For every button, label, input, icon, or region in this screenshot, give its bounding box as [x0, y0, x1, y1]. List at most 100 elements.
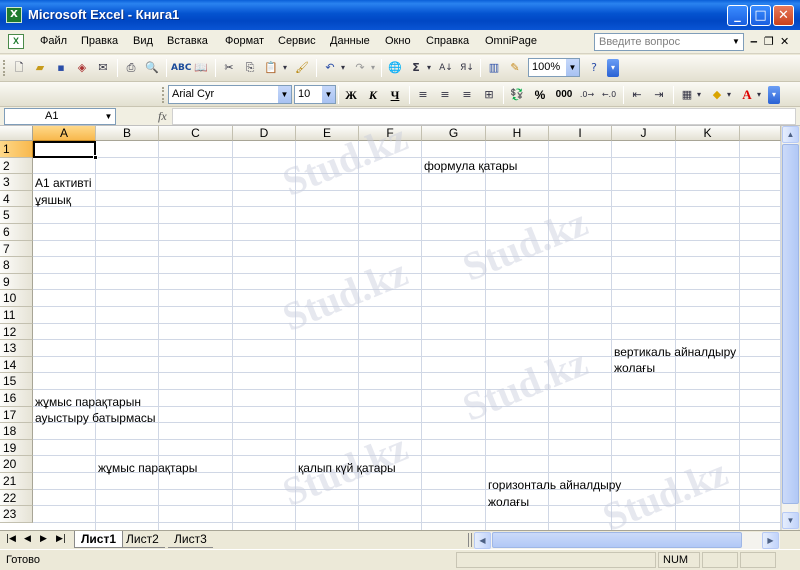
align-left-icon[interactable]: ≡	[414, 86, 432, 104]
column-header-j[interactable]: J	[612, 126, 676, 141]
column-header-g[interactable]: G	[422, 126, 486, 141]
chevron-down-icon[interactable]: ▾	[694, 86, 704, 104]
cell-h21-text[interactable]: горизонталь айналдыру	[488, 477, 621, 493]
cell-a16-text[interactable]: жұмыс парақтарын	[35, 394, 141, 410]
scroll-left-button[interactable]: ◀	[474, 532, 491, 549]
spelling-icon[interactable]: ABC	[171, 59, 191, 77]
email-icon[interactable]: ✉	[94, 59, 112, 77]
chevron-down-icon[interactable]: ▾	[338, 59, 348, 77]
horizontal-scroll-thumb[interactable]	[492, 532, 742, 548]
increase-indent-icon[interactable]: ⇥	[650, 86, 668, 104]
scroll-right-button[interactable]: ▶	[762, 532, 779, 549]
doc-minimize-button[interactable]: ‒	[750, 35, 758, 48]
tab-split-handle[interactable]	[468, 533, 472, 547]
menu-help[interactable]: Справка	[426, 35, 469, 47]
copy-icon[interactable]: ⎘	[241, 59, 259, 77]
vertical-scrollbar[interactable]: ▲ ▼	[781, 126, 799, 530]
row-header-20[interactable]: 20	[0, 456, 33, 473]
cell-b20-text[interactable]: жұмыс парақтары	[98, 460, 197, 476]
row-header-7[interactable]: 7	[0, 240, 33, 258]
worksheet-grid[interactable]: ABCDEFGHIJK 1 2 3 4 5 6 7 8 9 10 11 12 13 14 15 16 17 18 1…	[0, 126, 781, 530]
row-header-16[interactable]: 16	[0, 390, 33, 407]
column-header-c[interactable]: C	[159, 126, 233, 141]
underline-button[interactable]: Ч	[386, 86, 404, 104]
chevron-down-icon[interactable]: ▼	[322, 86, 335, 103]
row-header-12[interactable]: 12	[0, 323, 33, 341]
decrease-indent-icon[interactable]: ⇤	[628, 86, 646, 104]
row-header-3[interactable]: 3	[0, 174, 33, 191]
merge-center-icon[interactable]: ⊞	[480, 86, 498, 104]
row-header-8[interactable]: 8	[0, 257, 33, 274]
menu-omnipage[interactable]: OmniPage	[485, 35, 537, 47]
bold-button[interactable]: Ж	[342, 86, 360, 104]
last-sheet-icon[interactable]: ▶|	[56, 534, 66, 544]
column-header-h[interactable]: H	[486, 126, 549, 141]
align-center-icon[interactable]: ≡	[436, 86, 454, 104]
row-header-10[interactable]: 10	[0, 290, 33, 307]
toolbar-grip[interactable]	[3, 60, 6, 76]
row-header-22[interactable]: 22	[0, 489, 33, 507]
row-header-15[interactable]: 15	[0, 373, 33, 390]
menu-window[interactable]: Окно	[385, 35, 411, 47]
menu-data[interactable]: Данные	[330, 35, 370, 47]
cell-a4-text[interactable]: ұяшық	[35, 192, 71, 208]
decrease-decimal-icon[interactable]: ←.0	[600, 86, 618, 104]
print-preview-icon[interactable]: 🔍	[143, 59, 161, 77]
cell-g2-text[interactable]: формула қатары	[424, 158, 517, 174]
save-icon[interactable]: ▪	[52, 59, 70, 77]
row-header-4[interactable]: 4	[0, 190, 33, 208]
sheet-tab-2[interactable]: Лист2	[120, 531, 165, 548]
chart-wizard-icon[interactable]: ▥	[485, 59, 503, 77]
sheet-tab-3[interactable]: Лист3	[168, 531, 213, 548]
column-header-a[interactable]: A	[33, 126, 96, 141]
row-header-19[interactable]: 19	[0, 439, 33, 457]
fx-icon[interactable]: fx	[158, 109, 167, 124]
increase-decimal-icon[interactable]: .0→	[578, 86, 596, 104]
drawing-icon[interactable]: ✎	[506, 59, 524, 77]
formula-input[interactable]	[172, 108, 796, 125]
menu-tools[interactable]: Сервис	[278, 35, 316, 47]
align-right-icon[interactable]: ≡	[458, 86, 476, 104]
column-header-k[interactable]: K	[676, 126, 740, 141]
row-header-14[interactable]: 14	[0, 356, 33, 374]
row-header-11[interactable]: 11	[0, 307, 33, 324]
column-header-e[interactable]: E	[296, 126, 359, 141]
column-header-f[interactable]: F	[359, 126, 422, 141]
cell-j14-text[interactable]: жолағы	[614, 360, 655, 376]
percent-button[interactable]: %	[531, 86, 549, 104]
font-name-combo[interactable]: Arial Cyr ▼	[168, 85, 292, 104]
menu-format[interactable]: Формат	[225, 35, 264, 47]
row-header-2[interactable]: 2	[0, 157, 33, 175]
sheet-tab-1[interactable]: Лист1	[74, 531, 124, 548]
cell-h22-text[interactable]: жолағы	[488, 494, 529, 510]
chevron-down-icon[interactable]: ▾	[424, 59, 434, 77]
column-header-i[interactable]: I	[549, 126, 612, 141]
row-header-18[interactable]: 18	[0, 423, 33, 440]
new-document-icon[interactable]: 🗋	[10, 59, 28, 77]
zoom-combo[interactable]: 100% ▼	[528, 58, 580, 77]
open-folder-icon[interactable]: ▰	[31, 59, 49, 77]
scroll-down-button[interactable]: ▼	[782, 512, 799, 529]
column-header-d[interactable]: D	[233, 126, 296, 141]
paste-icon[interactable]: 📋	[262, 59, 280, 77]
chevron-down-icon[interactable]: ▼	[566, 59, 579, 76]
row-header-6[interactable]: 6	[0, 224, 33, 241]
close-button[interactable]: ✕	[773, 5, 794, 26]
autosum-icon[interactable]: Σ	[407, 59, 425, 77]
redo-icon[interactable]: ↷	[351, 59, 369, 77]
currency-icon[interactable]: 💱	[508, 86, 526, 104]
row-header-5[interactable]: 5	[0, 207, 33, 224]
row-header-1[interactable]: 1	[0, 141, 33, 158]
menu-file[interactable]: Файл	[40, 35, 67, 47]
prev-sheet-icon[interactable]: ◀	[24, 534, 31, 544]
print-icon[interactable]: ⎙	[122, 59, 140, 77]
doc-close-button[interactable]: ✕	[780, 35, 789, 48]
cell-e20-text[interactable]: қалып күй қатары	[298, 460, 396, 476]
chevron-down-icon[interactable]: ▾	[754, 86, 764, 104]
doc-restore-button[interactable]: ❐	[764, 35, 774, 48]
chevron-down-icon[interactable]: ▼	[278, 86, 291, 103]
research-icon[interactable]: 📖	[192, 59, 210, 77]
sort-descending-icon[interactable]: Я↓	[458, 59, 476, 77]
row-header-17[interactable]: 17	[0, 406, 33, 424]
menu-edit[interactable]: Правка	[81, 35, 118, 47]
